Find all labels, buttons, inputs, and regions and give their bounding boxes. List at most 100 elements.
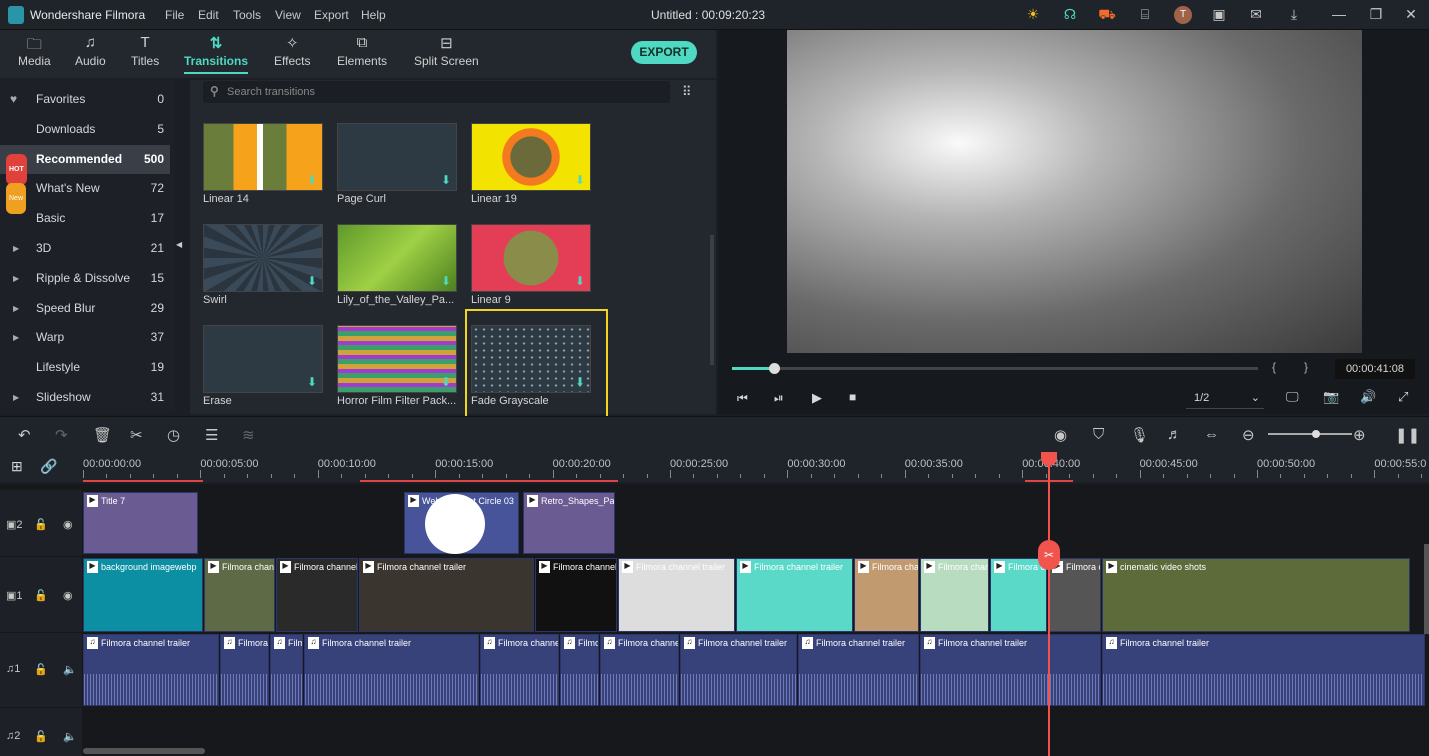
sidebar-item[interactable]: Downloads 5 (0, 115, 170, 144)
sidebar-item[interactable]: ▶ Speed Blur 29 (0, 294, 170, 323)
download-icon[interactable]: ⬇ (441, 274, 451, 288)
menu-export[interactable]: Export (314, 8, 349, 22)
zoom-slider[interactable] (1268, 430, 1352, 438)
video-clip[interactable]: Retro_Shapes_Pa (523, 492, 615, 554)
transition-card[interactable]: ⬇ Lily_of_the_Valley_Pa... (337, 224, 457, 306)
stop-icon[interactable]: ■ (849, 390, 856, 404)
audio-clip[interactable]: Filmora channel trailer (480, 634, 559, 706)
sidebar-item[interactable]: Lifestyle 19 (0, 353, 170, 382)
play-icon[interactable]: ▶ (812, 390, 822, 406)
download-icon[interactable]: ⤓ (1285, 6, 1303, 24)
snapshot-icon[interactable]: 📷 (1323, 389, 1339, 405)
link-icon[interactable]: 🔗 (40, 458, 57, 475)
add-track-icon[interactable]: ⊞ (11, 458, 23, 475)
scissors-icon[interactable]: ✂ (1038, 540, 1060, 570)
eye-icon[interactable]: ◉ (63, 518, 73, 531)
tab-media[interactable]: 🗀 Media (18, 34, 51, 68)
transition-card[interactable]: ⬇ Linear 9 (471, 224, 591, 306)
video-clip[interactable]: Filmora channel trailer (204, 558, 275, 632)
speaker-icon[interactable]: 🔈 (63, 663, 77, 676)
sidebar-item[interactable]: New What's New 72 (0, 174, 170, 215)
volume-icon[interactable]: 🔊 (1360, 389, 1376, 405)
collapse-sidebar-icon[interactable]: ◀ (176, 240, 182, 249)
playback-slider[interactable] (732, 363, 1258, 374)
zoom-out-icon[interactable]: ⊖ (1242, 426, 1255, 444)
menu-tools[interactable]: Tools (233, 8, 261, 22)
tab-transitions[interactable]: ⇅ Transitions (184, 34, 249, 74)
grid-view-icon[interactable]: ⠿ (682, 84, 692, 100)
adjust-icon[interactable]: ☰ (205, 426, 218, 444)
sidebar-item[interactable]: HOT Recommended 500 (0, 144, 170, 185)
display-icon[interactable]: 🖵 (1286, 389, 1299, 405)
sidebar-item[interactable]: ▶ 3D 21 (0, 234, 170, 263)
menu-edit[interactable]: Edit (198, 8, 219, 22)
video-clip[interactable]: cinematic video shots (1102, 558, 1410, 632)
mark-out-button[interactable]: } (1304, 360, 1308, 374)
download-icon[interactable]: ⬇ (307, 375, 317, 389)
grid-scrollbar[interactable] (710, 235, 714, 365)
download-icon[interactable]: ⬇ (441, 375, 451, 389)
sidebar-item[interactable]: ▶ Slideshow 31 (0, 383, 170, 412)
transition-card[interactable]: ⬇ Horror Film Filter Pack... (337, 325, 457, 407)
microphone-icon[interactable]: 🎙 (1130, 426, 1149, 444)
render-icon[interactable]: ◉ (1054, 426, 1067, 444)
timeline-horizontal-scrollbar[interactable] (83, 748, 205, 754)
mail-icon[interactable]: ✉ (1247, 6, 1265, 24)
transition-card[interactable]: ⬇ Page Curl (337, 123, 457, 205)
timeline-vertical-scrollbar[interactable] (1424, 544, 1429, 634)
audio-clip[interactable]: Filmora channel trailer (1102, 634, 1425, 706)
speaker-icon[interactable]: 🔈 (63, 730, 77, 743)
lightbulb-icon[interactable]: ☀ (1024, 6, 1042, 24)
sidebar-item[interactable]: ▶ Warp 37 (0, 323, 170, 352)
delete-icon[interactable]: 🗑 (93, 426, 112, 444)
download-icon[interactable]: ⬇ (575, 375, 585, 389)
fullscreen-icon[interactable]: ⤢ (1398, 389, 1408, 405)
redo-icon[interactable]: ↷ (55, 426, 68, 444)
timeline-ruler[interactable]: ⊞ 🔗 00:00:00:00 00:00:05:00 00:00:10:00 00:… (0, 452, 1429, 482)
download-icon[interactable]: ⬇ (307, 173, 317, 187)
gift-icon[interactable]: ⌸ (1136, 6, 1154, 24)
transition-card[interactable]: ⬇ Fade Grayscale (471, 325, 591, 407)
download-icon[interactable]: ⬇ (307, 274, 317, 288)
audio-clip[interactable]: Filmora channel trailer (798, 634, 919, 706)
export-button[interactable]: EXPORT (631, 41, 697, 64)
cut-icon[interactable]: ✂ (130, 426, 143, 444)
save-icon[interactable]: ▣ (1210, 6, 1228, 24)
cart-icon[interactable]: ⛟ (1098, 6, 1116, 24)
voiceover-icon[interactable]: ♬ (1167, 426, 1182, 443)
tab-elements[interactable]: ⧉ Elements (337, 34, 387, 68)
video-clip[interactable]: Filmora channel trailer (276, 558, 358, 632)
audio-clip[interactable]: Filmora channel trailer (83, 634, 219, 706)
video-clip[interactable]: Filmora channel trailer (990, 558, 1047, 632)
download-icon[interactable]: ⬇ (575, 173, 585, 187)
menu-view[interactable]: View (275, 8, 301, 22)
audio-clip[interactable]: Filmora channel trailer (680, 634, 797, 706)
video-clip[interactable]: Title 7 (83, 492, 198, 554)
tab-titles[interactable]: T Titles (131, 34, 159, 68)
menu-file[interactable]: File (165, 8, 184, 22)
download-icon[interactable]: ⬇ (575, 274, 585, 288)
play-frame-icon[interactable]: ⏯ (774, 391, 784, 406)
lock-icon[interactable]: 🔓 (34, 589, 48, 602)
search-input[interactable]: ⚲ Search transitions (203, 81, 670, 103)
transition-card[interactable]: ⬇ Linear 14 (203, 123, 323, 205)
video-clip[interactable]: Filmora channel trailer (535, 558, 617, 632)
audio-clip[interactable]: Filmora channel trailer (270, 634, 303, 706)
video-clip[interactable]: Filmora channel trailer (920, 558, 989, 632)
close-icon[interactable]: ✕ (1402, 6, 1420, 24)
video-clip[interactable]: background imagewebp (83, 558, 203, 632)
audio-clip[interactable]: Filmora channel trailer (560, 634, 599, 706)
zoom-in-icon[interactable]: ⊕ (1353, 426, 1366, 444)
video-clip[interactable]: Filmora channel trailer (736, 558, 853, 632)
transition-card[interactable]: ⬇ Swirl (203, 224, 323, 306)
avatar[interactable]: T (1174, 6, 1192, 24)
headset-icon[interactable]: ☊ (1061, 6, 1079, 24)
video-clip[interactable]: Filmora channel trailer (359, 558, 534, 632)
tab-split-screen[interactable]: ⊟ Split Screen (414, 34, 479, 68)
audio-clip[interactable]: Filmora channel trailer (304, 634, 479, 706)
sidebar-item[interactable]: Basic 17 (0, 204, 170, 233)
restore-icon[interactable]: ❐ (1367, 6, 1385, 24)
video-clip[interactable]: Filmora channel trailer (854, 558, 919, 632)
speed-icon[interactable]: ◷ (167, 426, 180, 444)
previous-frame-icon[interactable]: ⏮ (737, 391, 748, 406)
